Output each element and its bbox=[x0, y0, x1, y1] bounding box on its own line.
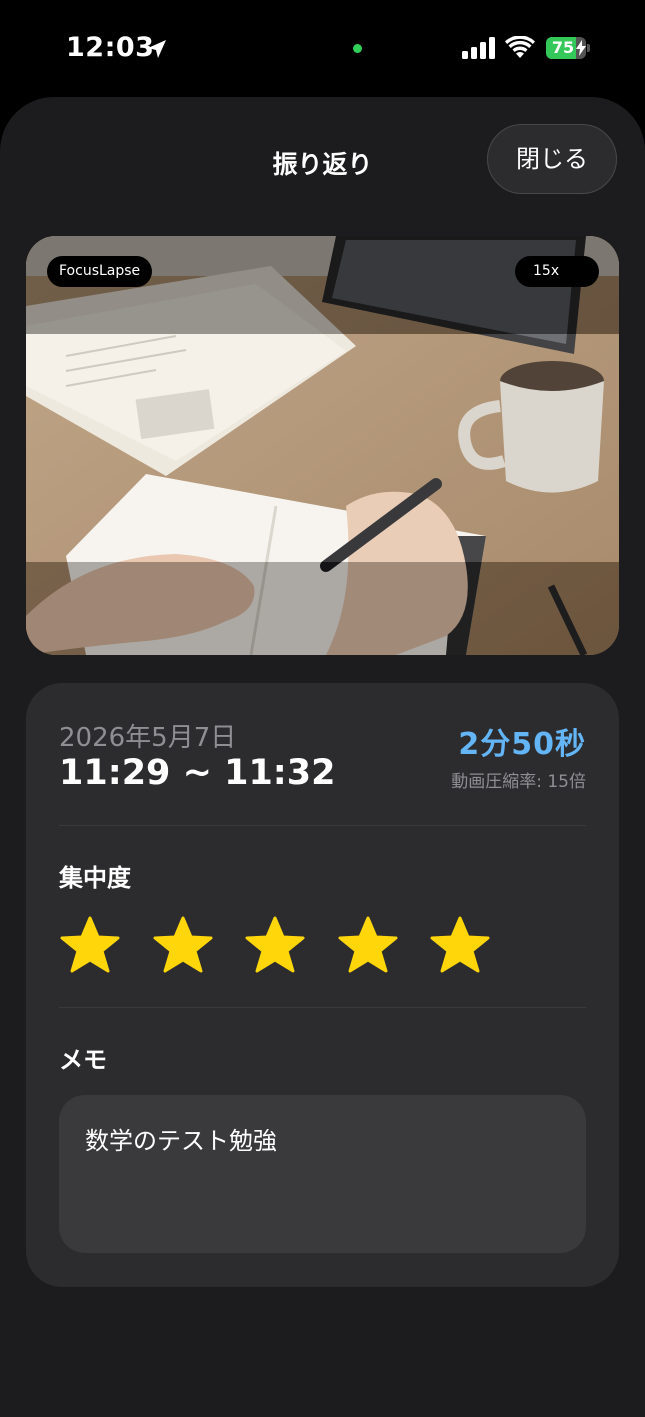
app-watermark-badge: FocusLapse bbox=[47, 256, 153, 287]
compression-ratio: 動画圧縮率: 15倍 bbox=[451, 772, 586, 792]
wifi-icon bbox=[505, 36, 535, 58]
battery-indicator: 75 bbox=[546, 37, 590, 59]
star-icon[interactable] bbox=[59, 915, 121, 977]
star-icon[interactable] bbox=[337, 915, 399, 977]
cellular-signal-icon bbox=[462, 37, 495, 59]
close-button[interactable]: 閉じる bbox=[487, 124, 617, 194]
review-sheet: 振り返り 閉じる FocusLapse 15x 2026年5月7日 11:29 … bbox=[0, 97, 645, 1417]
timelapse-preview[interactable]: FocusLapse 15x bbox=[26, 236, 619, 655]
battery-percent: 75 bbox=[551, 38, 575, 57]
session-date: 2026年5月7日 bbox=[59, 723, 237, 753]
star-icon[interactable] bbox=[429, 915, 491, 977]
session-duration: 2分50秒 bbox=[458, 727, 586, 762]
status-bar: 12:03 75 bbox=[0, 0, 645, 96]
playback-speed-badge: 15x bbox=[515, 256, 599, 287]
focus-label: 集中度 bbox=[59, 864, 131, 892]
focus-rating[interactable] bbox=[59, 915, 519, 977]
star-icon[interactable] bbox=[244, 915, 306, 977]
star-icon[interactable] bbox=[152, 915, 214, 977]
divider bbox=[59, 1007, 586, 1008]
divider bbox=[59, 825, 586, 826]
study-desk-photo bbox=[26, 236, 619, 655]
session-time-range: 11:29 ~ 11:32 bbox=[59, 753, 336, 793]
memo-textarea[interactable]: 数学のテスト勉強 bbox=[59, 1095, 586, 1253]
charging-bolt-icon bbox=[576, 40, 586, 56]
memo-label: メモ bbox=[59, 1046, 107, 1074]
status-time: 12:03 bbox=[66, 32, 155, 63]
location-arrow-icon bbox=[148, 40, 166, 58]
session-info-card: 2026年5月7日 11:29 ~ 11:32 2分50秒 動画圧縮率: 15倍… bbox=[26, 683, 619, 1287]
camera-in-use-indicator bbox=[353, 44, 362, 53]
